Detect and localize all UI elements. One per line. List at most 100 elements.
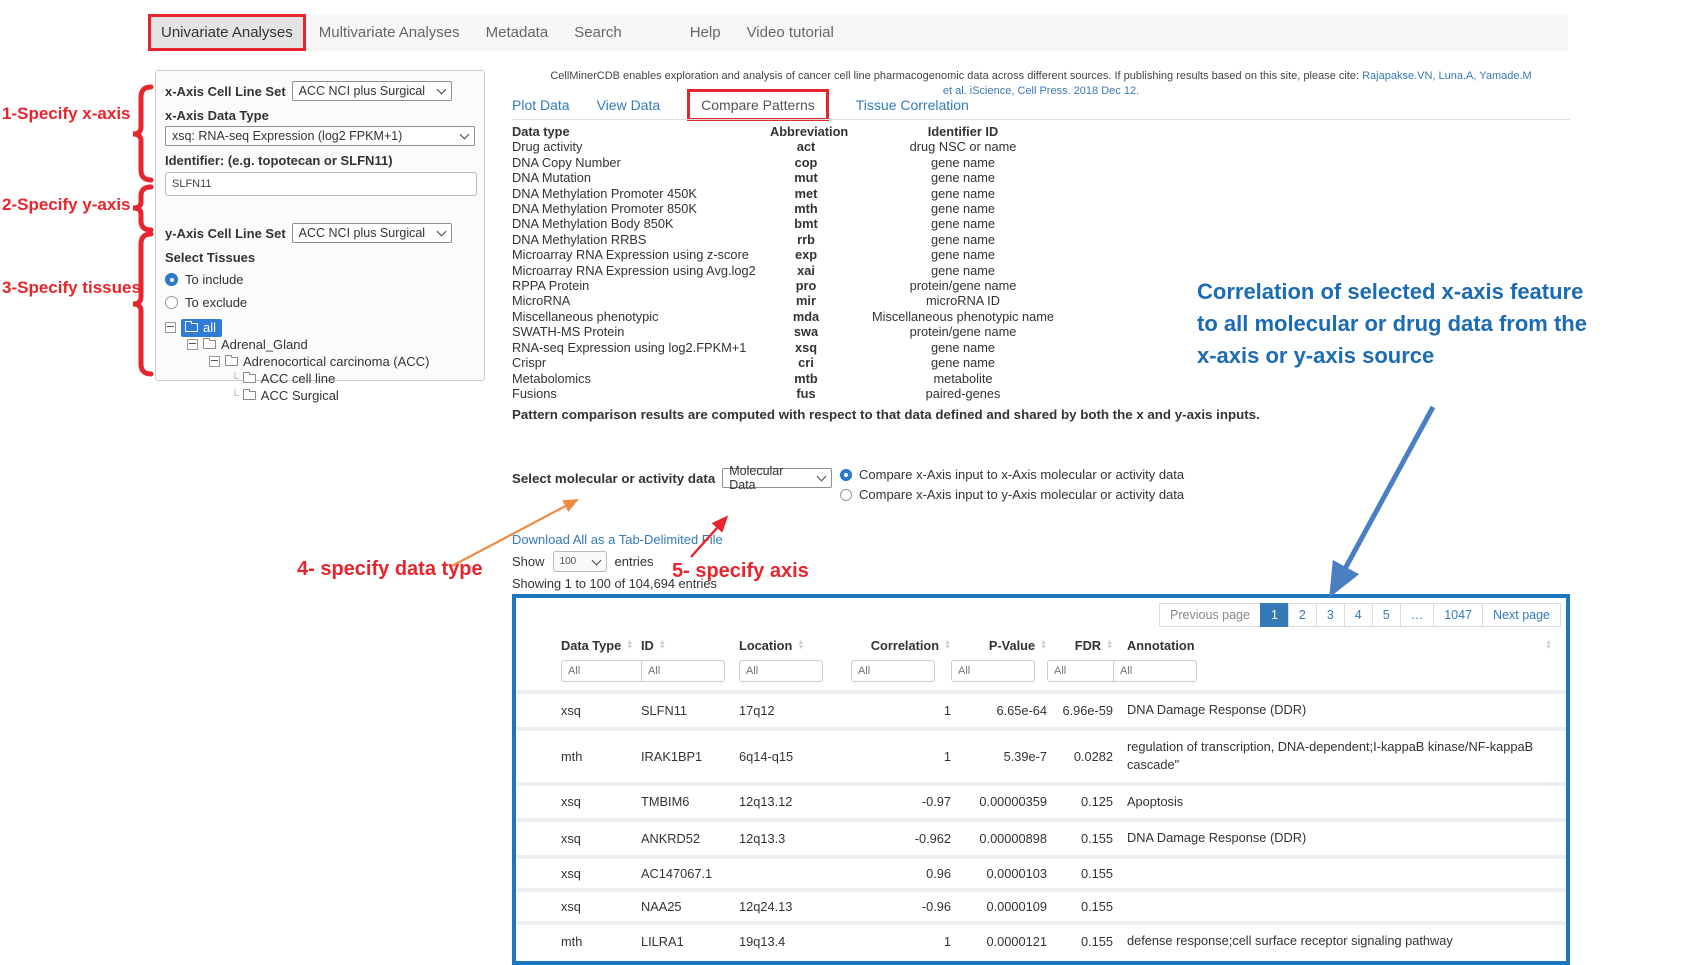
- results-filter-row: [516, 660, 1566, 690]
- collapse-icon[interactable]: [209, 356, 220, 367]
- tree-node-acc-surgical[interactable]: └ ACC Surgical: [165, 387, 475, 404]
- tree-node-acc-cell-line[interactable]: └ ACC cell line: [165, 370, 475, 387]
- showing-entries-status: Showing 1 to 100 of 104,694 entries: [512, 576, 717, 591]
- citation-authors-link[interactable]: Rajapakse.VN, Luna.A, Yamade.M: [1362, 70, 1532, 82]
- tissues-include-radio[interactable]: To include: [165, 272, 475, 287]
- tree-node-adrenal-gland[interactable]: Adrenal_Gland: [165, 336, 475, 353]
- sort-icon[interactable]: [1106, 641, 1113, 651]
- axis-settings-panel: x-Axis Cell Line Set ACC NCI plus Surgic…: [155, 70, 485, 381]
- radio-icon: [165, 296, 178, 309]
- page-number-button[interactable]: 2: [1288, 603, 1317, 627]
- column-filter-input[interactable]: [1113, 660, 1197, 682]
- collapse-icon[interactable]: [187, 339, 198, 350]
- cell-correlation: -0.962: [851, 831, 951, 846]
- molecular-data-select[interactable]: Molecular Data: [722, 468, 832, 488]
- citation-line1: CellMinerCDB enables exploration and ana…: [512, 70, 1570, 82]
- column-filter-input[interactable]: [851, 660, 935, 682]
- x-cell-line-set-select[interactable]: ACC NCI plus Surgical: [292, 81, 452, 101]
- tissues-exclude-radio[interactable]: To exclude: [165, 295, 475, 310]
- nav-item[interactable]: Video tutorial: [734, 14, 847, 51]
- show-label: Show: [512, 554, 545, 569]
- cell-p-value: 5.39e-7: [951, 749, 1047, 764]
- tree-connector: └: [231, 373, 239, 385]
- previous-page-button[interactable]: Previous page: [1159, 603, 1261, 627]
- compare-axis-radio[interactable]: Compare x-Axis input to y-Axis molecular…: [840, 487, 1184, 502]
- cell-p-value: 6.65e-64: [951, 703, 1047, 718]
- cell-id: SLFN11: [641, 703, 739, 718]
- cell-fdr: 0.155: [1047, 934, 1113, 949]
- sort-icon[interactable]: [944, 641, 951, 651]
- page-number-button[interactable]: 1047: [1433, 603, 1483, 627]
- tab[interactable]: Compare Patterns: [687, 89, 829, 121]
- page-number-button[interactable]: 3: [1316, 603, 1345, 627]
- cell-id: TMBIM6: [641, 794, 739, 809]
- column-filter-input[interactable]: [561, 660, 645, 682]
- cell-fdr: 0.0282: [1047, 749, 1113, 764]
- column-header[interactable]: Data Type: [561, 638, 641, 653]
- nav-item[interactable]: Search: [561, 14, 635, 51]
- download-tab-delimited-link[interactable]: Download All as a Tab-Delimited File: [512, 532, 723, 547]
- nav-item[interactable]: Metadata: [473, 14, 562, 51]
- identifier-input[interactable]: [165, 172, 477, 196]
- cell-p-value: 0.0000109: [951, 899, 1047, 914]
- radio-icon: [840, 469, 852, 481]
- nav-item[interactable]: Help: [677, 14, 734, 51]
- cell-data-type: xsq: [561, 866, 641, 881]
- sort-icon[interactable]: [659, 641, 666, 651]
- pattern-comparison-note: Pattern comparison results are computed …: [512, 407, 1532, 422]
- column-header[interactable]: P-Value: [951, 638, 1047, 653]
- blue-arrow: [1334, 407, 1433, 589]
- cell-location: 6q14-q15: [739, 749, 851, 764]
- column-header[interactable]: Correlation: [851, 638, 951, 653]
- reference-header-row: Data type Abbreviation Identifier ID: [512, 124, 1084, 139]
- tree-node-acc[interactable]: Adrenocortical carcinoma (ACC): [165, 353, 475, 370]
- page-number-button[interactable]: 1: [1260, 603, 1289, 627]
- sort-icon[interactable]: [1040, 641, 1047, 651]
- column-header[interactable]: Location: [739, 638, 851, 653]
- cell-location: 12q13.12: [739, 794, 851, 809]
- cell-p-value: 0.0000103: [951, 866, 1047, 881]
- sort-icon[interactable]: [1545, 641, 1552, 651]
- cell-data-type: xsq: [561, 899, 641, 914]
- column-filter-input[interactable]: [641, 660, 725, 682]
- sort-icon[interactable]: [797, 641, 804, 651]
- next-page-button[interactable]: Next page: [1482, 603, 1561, 627]
- collapse-icon[interactable]: [165, 322, 176, 333]
- column-header[interactable]: FDR: [1047, 638, 1113, 653]
- page-number-button[interactable]: 4: [1344, 603, 1373, 627]
- cell-annotation: Apoptosis: [1113, 793, 1552, 812]
- x-data-type-label: x-Axis Data Type: [165, 108, 475, 123]
- cell-data-type: mth: [561, 934, 641, 949]
- radio-icon: [840, 489, 852, 501]
- results-header-row: Data TypeIDLocationCorrelationP-ValueFDR…: [516, 631, 1566, 660]
- column-filter-input[interactable]: [951, 660, 1035, 682]
- sort-icon[interactable]: [626, 641, 633, 651]
- column-header[interactable]: Annotation: [1113, 638, 1552, 653]
- molecular-select-label: Select molecular or activity data: [512, 471, 715, 486]
- tab[interactable]: View Data: [597, 97, 661, 113]
- cell-id: ANKRD52: [641, 831, 739, 846]
- tree-node-all[interactable]: all: [165, 319, 475, 336]
- table-row: xsq SLFN11 17q12 1 6.65e-64 6.96e-59 DNA…: [516, 690, 1566, 727]
- page-number-button[interactable]: …: [1400, 603, 1435, 627]
- cell-correlation: 0.96: [851, 866, 951, 881]
- cell-data-type: mth: [561, 749, 641, 764]
- folder-icon: [185, 323, 198, 332]
- cell-fdr: 0.155: [1047, 866, 1113, 881]
- column-filter-input[interactable]: [739, 660, 823, 682]
- cell-correlation: -0.96: [851, 899, 951, 914]
- compare-axis-radio[interactable]: Compare x-Axis input to x-Axis molecular…: [840, 467, 1184, 482]
- y-cell-line-set-select[interactable]: ACC NCI plus Surgical: [292, 223, 452, 243]
- annotation-correlation-note: Correlation of selected x-axis feature t…: [1197, 276, 1589, 372]
- x-data-type-select[interactable]: xsq: RNA-seq Expression (log2 FPKM+1): [165, 126, 475, 146]
- table-row: xsq AC147067.1 0.96 0.0000103 0.155: [516, 855, 1566, 888]
- tab[interactable]: Tissue Correlation: [856, 97, 969, 113]
- column-header[interactable]: ID: [641, 638, 739, 653]
- folder-icon: [225, 357, 238, 366]
- nav-item[interactable]: Univariate Analyses: [148, 14, 306, 51]
- page-number-button[interactable]: 5: [1372, 603, 1401, 627]
- nav-item[interactable]: Multivariate Analyses: [306, 14, 473, 51]
- folder-icon: [243, 374, 256, 383]
- tab[interactable]: Plot Data: [512, 97, 570, 113]
- page-length-select[interactable]: 100: [553, 551, 607, 572]
